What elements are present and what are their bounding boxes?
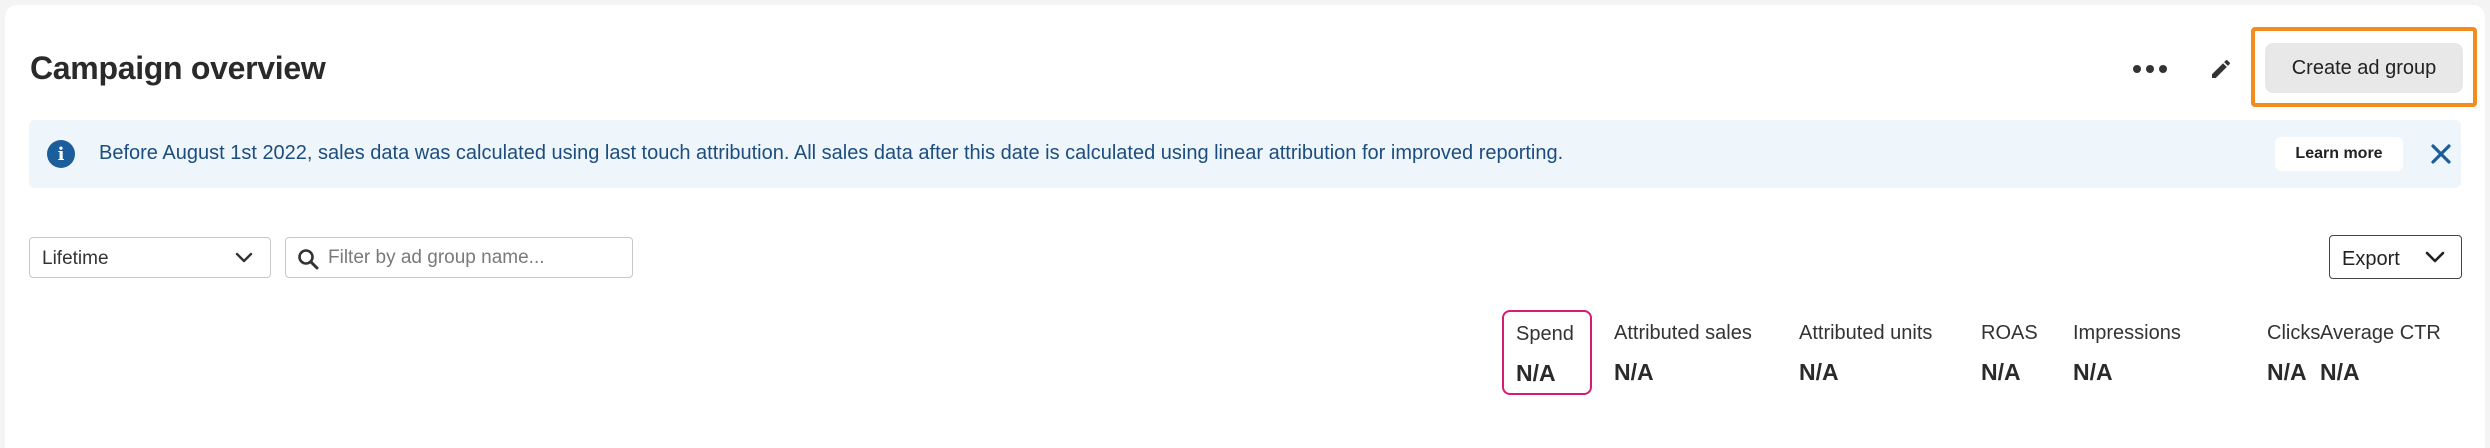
metric-label: Clicks: [2267, 322, 2321, 344]
page-title: Campaign overview: [30, 50, 326, 86]
metric-label: Impressions: [2073, 322, 2181, 344]
more-horizontal-icon: [2133, 65, 2141, 73]
metric-attributed-sales[interactable]: Attributed sales N/A: [1614, 310, 1784, 395]
create-ad-group-highlight: Create ad group: [2251, 27, 2477, 107]
learn-more-button[interactable]: Learn more: [2275, 137, 2403, 171]
metric-average-ctr[interactable]: Average CTR N/A: [2320, 310, 2460, 395]
metric-value: N/A: [1981, 359, 2021, 385]
info-icon: i: [47, 140, 75, 168]
export-label: Export: [2342, 248, 2400, 270]
metric-impressions[interactable]: Impressions N/A: [2073, 310, 2213, 395]
metric-label: Spend: [1516, 323, 1574, 345]
metric-label: Attributed sales: [1614, 322, 1752, 344]
pencil-icon: [2212, 59, 2231, 78]
metric-value: N/A: [2320, 359, 2360, 385]
metric-label: Average CTR: [2320, 322, 2441, 344]
create-ad-group-button[interactable]: Create ad group: [2265, 43, 2463, 93]
banner-message: Before August 1st 2022, sales data was c…: [99, 142, 1564, 164]
date-range-value: Lifetime: [42, 248, 109, 269]
date-range-select[interactable]: Lifetime: [29, 237, 271, 278]
close-icon: [2431, 144, 2451, 164]
metric-attributed-units[interactable]: Attributed units N/A: [1799, 310, 1969, 395]
more-horizontal-icon-dot: [2159, 65, 2167, 73]
metric-spend[interactable]: Spend N/A: [1502, 310, 1592, 395]
attribution-info-banner: i Before August 1st 2022, sales data was…: [29, 120, 2461, 188]
campaign-overview-card: Campaign overview Create ad group i Befo…: [5, 5, 2485, 448]
more-horizontal-icon-dot: [2146, 65, 2154, 73]
metric-value: N/A: [2073, 359, 2113, 385]
edit-campaign-button[interactable]: [2201, 49, 2241, 89]
metric-label: ROAS: [1981, 322, 2038, 344]
search-icon: [298, 249, 319, 270]
metric-value: N/A: [1799, 359, 1839, 385]
metric-roas[interactable]: ROAS N/A: [1981, 310, 2051, 395]
export-button[interactable]: Export: [2329, 235, 2462, 279]
close-banner-button[interactable]: [2425, 138, 2457, 170]
more-options-button[interactable]: [2127, 49, 2173, 89]
chevron-down-icon: [235, 252, 253, 263]
ad-group-search: [285, 237, 633, 278]
search-input[interactable]: [328, 244, 624, 272]
metric-value: N/A: [1614, 359, 1654, 385]
chevron-down-icon: [2425, 251, 2445, 263]
metric-label: Attributed units: [1799, 322, 1933, 344]
metric-value: N/A: [1516, 360, 1556, 386]
metric-value: N/A: [2267, 359, 2307, 385]
